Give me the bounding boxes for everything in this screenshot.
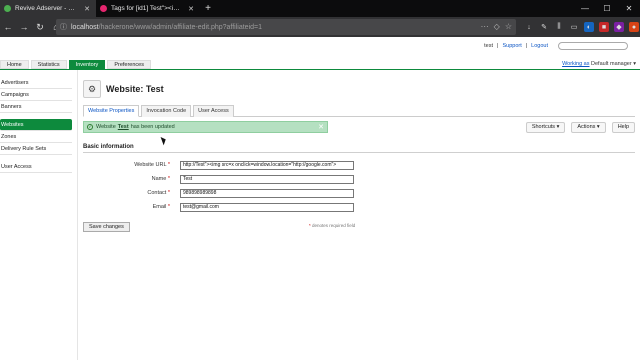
back-icon[interactable]: ← [0,22,16,32]
actions-button[interactable]: Actions ▾ [571,122,606,133]
sidebar-item-websites[interactable]: Websites [0,119,72,131]
nav-preferences[interactable]: Preferences [107,60,151,69]
sidebar-icon[interactable]: ▭ [569,22,579,32]
name-field[interactable]: Test [180,174,354,184]
tab-close-icon[interactable]: ✕ [188,5,194,13]
tab-user-access[interactable]: User Access [193,105,234,117]
username: test [484,43,494,49]
help-button[interactable]: Help [611,122,635,133]
browser-tab-active[interactable]: Revive Adserver - Website ✕ [0,0,96,17]
field-label: Name * [151,176,170,182]
tab-title: Revive Adserver - Website [15,5,81,12]
close-window-icon[interactable]: ✕ [618,4,640,13]
extension-icon[interactable]: ◐ [584,22,594,32]
browser-tab-bar: Revive Adserver - Website ✕ Tags for [id… [0,0,640,17]
extension-icon[interactable]: ● [629,22,639,32]
field-label: Contact * [147,190,170,196]
account-selector[interactable]: Default manager [591,61,632,67]
sidebar-item-campaigns[interactable]: Campaigns [0,89,72,101]
nav-inventory[interactable]: Inventory [68,60,106,69]
sidebar-item-delivery-rule-sets[interactable]: Delivery Rule Sets [0,143,72,155]
sidebar-item-banners[interactable]: Banners [0,101,72,113]
success-message: ✓ Website Test has been updated ✕ [83,121,328,133]
tab-invocation-code[interactable]: Invocation Code [141,105,192,117]
sidebar-item-zones[interactable]: Zones [0,131,72,143]
page: test | Support | Logout Home Statistics … [0,37,640,360]
email-field[interactable]: test@gmail.com [180,202,354,212]
main-nav: Home Statistics Inventory Preferences [0,60,151,69]
new-tab-icon[interactable]: + [200,0,216,17]
tab-website-properties[interactable]: Website Properties [83,105,140,117]
shortcuts-button[interactable]: Shortcuts ▾ [525,122,566,133]
pocket-icon[interactable]: ◇ [494,22,500,31]
address-bar[interactable]: ⓘ localhost/hackerone/www/admin/affiliat… [56,19,516,35]
reload-icon[interactable]: ↻ [32,22,48,33]
sidebar-item-advertisers[interactable]: Advertisers [0,77,72,89]
page-actions-icon[interactable]: ··· [481,22,489,31]
page-title: Website: Test [106,84,164,94]
tab-close-icon[interactable]: ✕ [84,5,90,13]
required-note: * denotes required field [309,223,356,228]
message-site-link[interactable]: Test [118,124,129,130]
nav-statistics[interactable]: Statistics [30,60,67,69]
sub-tabs: Website Properties Invocation Code User … [83,105,635,117]
check-icon: ✓ [87,124,93,130]
working-as-link[interactable]: Working as [562,61,589,67]
minimize-icon[interactable]: — [574,4,596,13]
bookmark-star-icon[interactable]: ☆ [505,22,512,31]
logout-link[interactable]: Logout [531,43,548,49]
browser-tab-inactive[interactable]: Tags for [id1] Test"><img src=x ✕ [96,0,200,17]
section-header: Basic information [83,144,635,153]
tools-icon[interactable]: ✎ [539,22,549,32]
info-icon[interactable]: ⓘ [60,22,67,32]
tab-title: Tags for [id1] Test"><img src=x [111,5,184,12]
support-link[interactable]: Support [502,43,521,49]
hackerone-favicon-icon [100,5,107,12]
nav-home[interactable]: Home [0,60,29,69]
page-actions: Shortcuts ▾ Actions ▾ Help [525,122,635,133]
window-controls: — ☐ ✕ [574,0,640,17]
site-favicon-icon [4,5,11,12]
field-label: Website URL * [134,162,170,168]
top-user-links: test | Support | Logout [484,42,628,50]
library-icon[interactable]: ⫼ [554,22,564,32]
website-url-field[interactable]: http://Test"><img src=x onclick=window.l… [180,160,354,170]
sidebar: Advertisers Campaigns Banners Websites Z… [0,77,72,173]
website-icon: ⚙ [83,80,101,98]
main-content: ⚙ Website: Test Website Properties Invoc… [83,80,635,234]
extension-abp-icon[interactable]: ■ [599,22,609,32]
extension-icon[interactable]: ◆ [614,22,624,32]
nav-divider [0,69,640,70]
chevron-down-icon[interactable]: ▾ [633,61,636,67]
working-as: Working as Default manager ▾ [562,61,636,67]
save-changes-button[interactable]: Save changes [83,222,130,232]
field-label: Email * [152,204,170,210]
download-icon[interactable]: ↓ [524,22,534,32]
sidebar-divider [77,70,78,360]
close-icon[interactable]: ✕ [318,123,324,131]
contact-field[interactable]: 989898989898 [180,188,354,198]
search-input[interactable] [558,42,628,50]
website-form: Website URL * http://Test"><img src=x on… [83,158,635,214]
browser-nav-bar: ← → ↻ ⌂ ⓘ localhost/hackerone/www/admin/… [0,17,640,37]
maximize-icon[interactable]: ☐ [596,4,618,13]
forward-icon[interactable]: → [16,22,32,32]
url-text: localhost/hackerone/www/admin/affiliate-… [71,23,263,31]
sidebar-item-user-access[interactable]: User Access [0,161,72,173]
toolbar-icons: ↓ ✎ ⫼ ▭ ◐ ■ ◆ ● ◉ ≡ [524,19,640,35]
